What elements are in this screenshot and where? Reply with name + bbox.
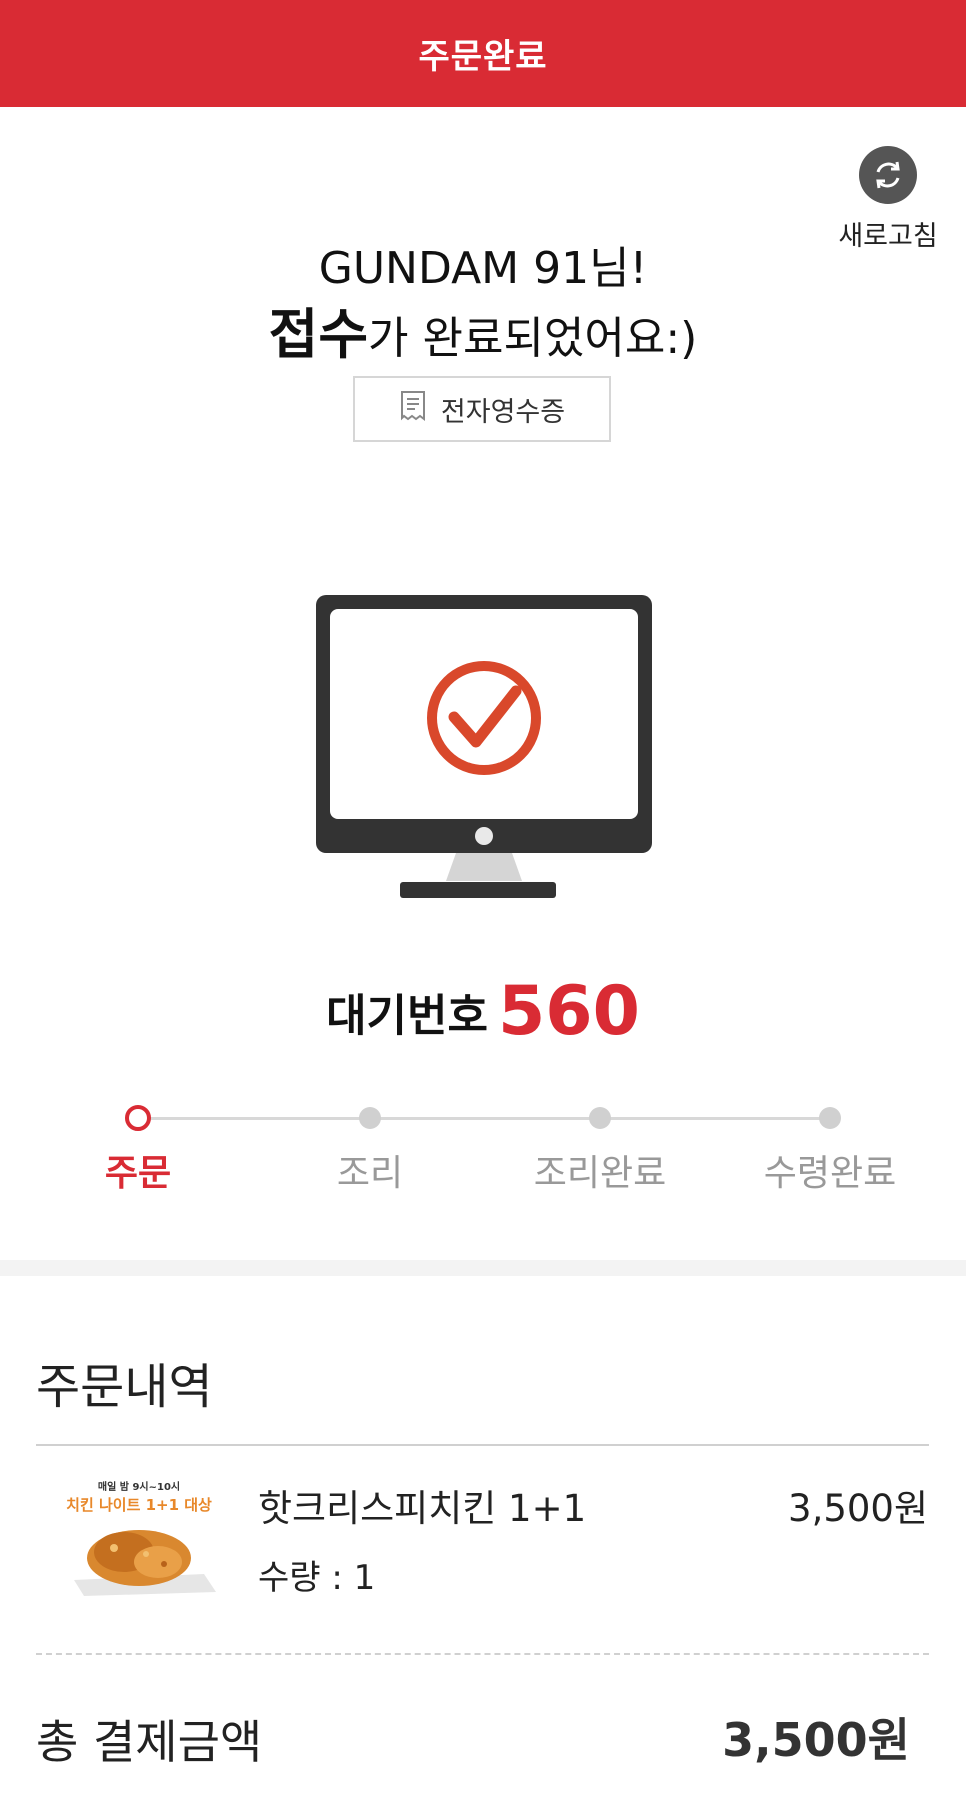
total-value: 3,500원: [722, 1713, 910, 1767]
step-label-picked-up: 수령완료: [763, 1153, 897, 1194]
step-label-order: 주문: [104, 1153, 172, 1194]
total-divider: [36, 1653, 929, 1655]
section-divider: [0, 1260, 966, 1276]
thumb-caption-line1: 매일 밤 9시~10시: [98, 1480, 180, 1493]
item-price: 3,500원: [788, 1487, 928, 1530]
receipt-icon: [399, 390, 427, 429]
refresh-icon: [859, 146, 917, 204]
item-name: 핫크리스피치킨 1+1: [258, 1487, 587, 1530]
step-dot-cooking: [359, 1107, 381, 1129]
step-dot-cooked: [589, 1107, 611, 1129]
step-dot-picked-up: [819, 1107, 841, 1129]
waiting-label: 대기번호: [326, 990, 488, 1042]
greeting-emphasis: 접수: [268, 303, 369, 366]
waiting-number: 560: [497, 972, 640, 1051]
header-bar: 주문완료: [0, 0, 966, 107]
progress-track: [138, 1117, 830, 1120]
total-label: 총 결제금액: [36, 1715, 263, 1769]
greeting-rest: 가 완료되었어요:): [368, 313, 698, 364]
greeting-name: GUNDAM 91님!: [318, 243, 648, 294]
step-label-cooking: 조리: [336, 1153, 404, 1194]
monitor-check-icon: [316, 595, 652, 905]
waiting-number-row: 대기번호 560: [0, 972, 966, 1051]
e-receipt-button[interactable]: 전자영수증: [353, 376, 611, 442]
thumb-caption-line2: 치킨 나이트 1+1 대상: [66, 1496, 212, 1514]
e-receipt-label: 전자영수증: [440, 396, 566, 428]
item-quantity: 수량 : 1: [258, 1558, 376, 1598]
page-title: 주문완료: [418, 37, 548, 77]
order-divider: [36, 1444, 929, 1446]
step-label-cooked: 조리완료: [533, 1153, 667, 1194]
step-dot-order: [125, 1105, 151, 1131]
greeting-message: 접수가 완료되었어요:): [0, 290, 966, 369]
order-section-title: 주문내역: [36, 1359, 213, 1415]
product-image: 매일 밤 9시~10시 치킨 나이트 1+1 대상: [54, 1478, 224, 1598]
